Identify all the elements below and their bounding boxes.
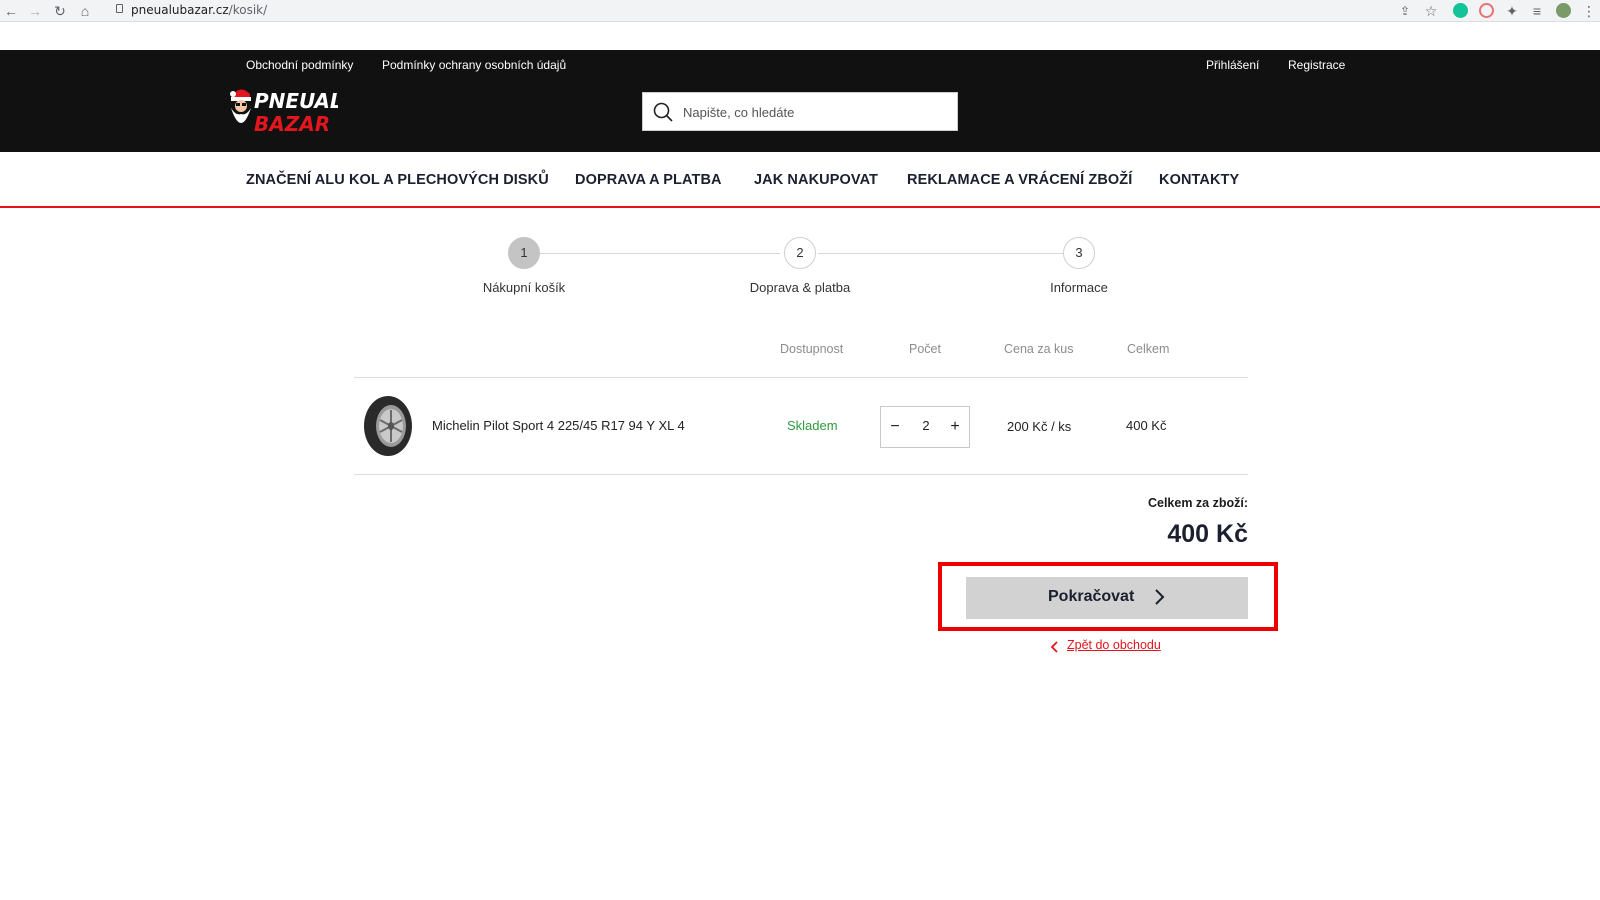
profile-avatar[interactable] — [1556, 3, 1571, 18]
logo-text-top: PNEUALU — [254, 89, 338, 113]
nav-item-how-to-buy[interactable]: JAK NAKUPOVAT — [754, 172, 878, 188]
browser-toolbar: ← → ↻ ⌂ pneualubazar.cz/kosik/ ⇪ ☆ ✦ ≡ ⋮ — [0, 0, 1600, 22]
bookmark-star-icon[interactable]: ☆ — [1422, 2, 1440, 20]
column-header-unit-price: Cena za kus — [1004, 342, 1074, 356]
back-to-shop-link[interactable]: Zpět do obchodu — [1067, 638, 1161, 652]
product-name-link[interactable]: Michelin Pilot Sport 4 225/45 R17 94 Y X… — [432, 418, 685, 433]
availability-status: Skladem — [787, 418, 838, 433]
tire-product-image[interactable] — [362, 394, 414, 458]
chevron-left-icon — [1050, 641, 1058, 653]
browser-menu-icon[interactable]: ⋮ — [1580, 2, 1598, 20]
address-bar[interactable] — [104, 1, 1384, 21]
quantity-stepper: − 2 + — [880, 406, 970, 448]
reload-icon[interactable]: ↻ — [51, 2, 69, 20]
main-navigation: ZNAČENÍ ALU KOL A PLECHOVÝCH DISKŮ DOPRA… — [0, 152, 1600, 208]
step-2-label: Doprava & platba — [749, 280, 851, 295]
share-icon[interactable]: ⇪ — [1396, 2, 1414, 20]
step-3-label: Informace — [1050, 280, 1108, 295]
quantity-value[interactable]: 2 — [911, 418, 941, 433]
terms-link[interactable]: Obchodní podmínky — [246, 58, 353, 72]
santa-mascot-icon — [230, 89, 251, 123]
unit-price: 200 Kč / ks — [1007, 419, 1072, 434]
column-header-quantity: Počet — [909, 342, 941, 356]
nav-item-shipping-payment[interactable]: DOPRAVA A PLATBA — [575, 172, 722, 188]
grammarly-extension-icon[interactable] — [1453, 3, 1468, 18]
site-header: Obchodní podmínky Podmínky ochrany osobn… — [0, 50, 1600, 152]
extension-icon[interactable] — [1479, 3, 1494, 18]
login-link[interactable]: Přihlášení — [1206, 58, 1259, 72]
quantity-decrease-button[interactable]: − — [885, 417, 905, 437]
privacy-link[interactable]: Podmínky ochrany osobních údajů — [382, 58, 566, 72]
search-icon[interactable] — [653, 102, 673, 122]
step-connector — [818, 253, 1064, 254]
forward-arrow-icon[interactable]: → — [26, 2, 44, 20]
site-logo[interactable]: PNEUALU BAZAR — [228, 84, 338, 136]
lock-icon — [116, 4, 123, 13]
subtotal-value: 400 Kč — [1167, 520, 1248, 548]
continue-button-label: Pokračovat — [1048, 588, 1135, 605]
search-input[interactable] — [683, 101, 943, 123]
line-total: 400 Kč — [1126, 418, 1167, 433]
logo-text-bottom: BAZAR — [254, 112, 330, 136]
nav-item-contacts[interactable]: KONTAKTY — [1159, 172, 1239, 188]
quantity-increase-button[interactable]: + — [945, 417, 965, 437]
continue-button[interactable]: Pokračovat — [966, 577, 1248, 619]
reading-list-icon[interactable]: ≡ — [1528, 2, 1546, 20]
column-header-availability: Dostupnost — [780, 342, 844, 356]
step-connector — [540, 253, 780, 254]
nav-item-returns[interactable]: REKLAMACE A VRÁCENÍ ZBOŽÍ — [907, 172, 1132, 188]
step-2-indicator: 2 — [784, 237, 816, 269]
back-arrow-icon[interactable]: ← — [2, 2, 20, 20]
chevron-right-icon — [1155, 589, 1165, 605]
step-1-label: Nákupní košík — [482, 280, 566, 295]
address-url[interactable]: pneualubazar.cz/kosik/ — [131, 3, 267, 17]
subtotal-label: Celkem za zboží: — [1147, 496, 1248, 510]
register-link[interactable]: Registrace — [1288, 58, 1345, 72]
step-3-indicator: 3 — [1063, 237, 1095, 269]
nav-item-wheel-marking[interactable]: ZNAČENÍ ALU KOL A PLECHOVÝCH DISKŮ — [246, 172, 549, 188]
home-icon[interactable]: ⌂ — [76, 2, 94, 20]
search-box — [642, 92, 958, 131]
puzzle-extensions-icon[interactable]: ✦ — [1503, 2, 1521, 20]
column-header-total: Celkem — [1127, 342, 1170, 356]
table-divider — [354, 377, 1248, 378]
step-1-indicator: 1 — [508, 237, 540, 269]
table-divider — [354, 474, 1248, 475]
